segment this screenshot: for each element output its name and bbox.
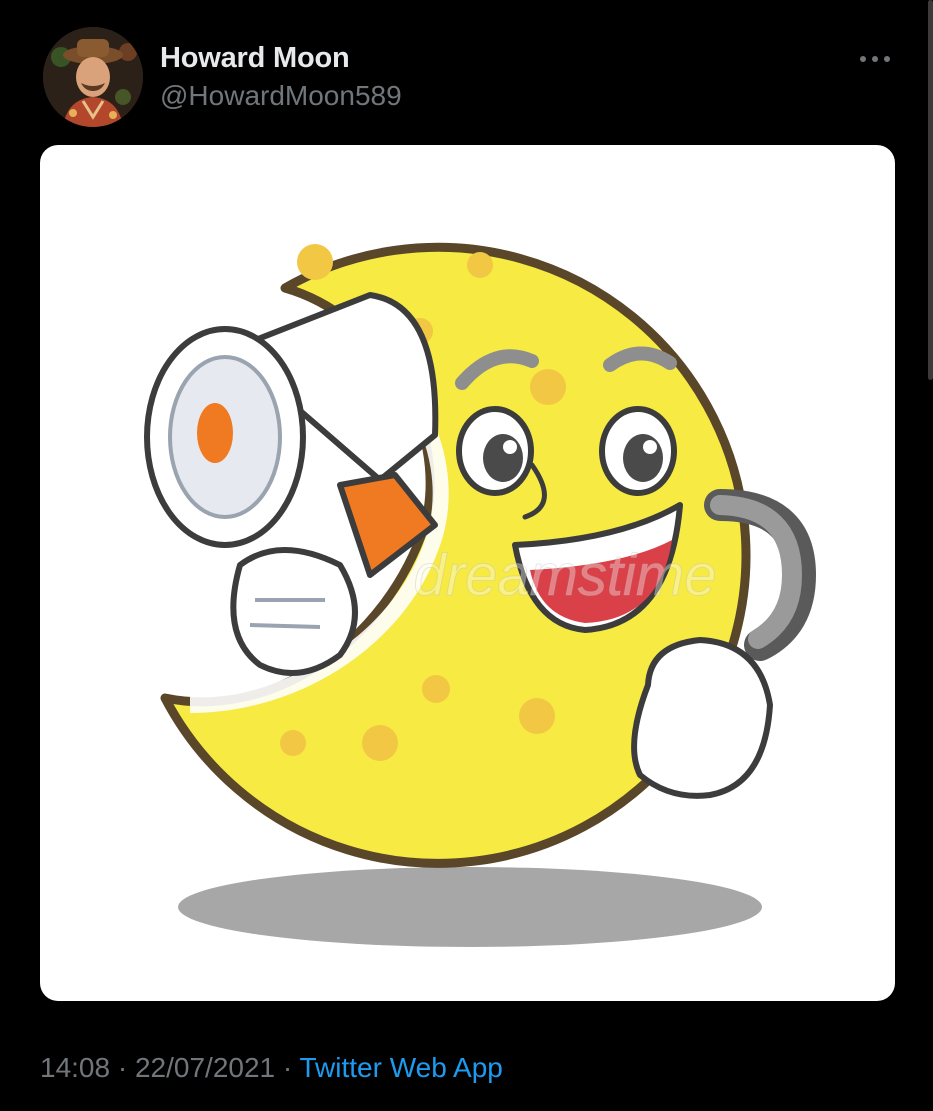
tweet-source-link[interactable]: Twitter Web App — [300, 1052, 503, 1083]
ellipsis-dot — [872, 56, 878, 62]
tweet-media-image[interactable]: dreamstime — [40, 145, 895, 1001]
megaphone — [144, 292, 439, 578]
moon-mascot-illustration: dreamstime — [144, 242, 817, 947]
tweet-time[interactable]: 14:08 — [40, 1052, 110, 1083]
meta-separator: · — [110, 1052, 135, 1083]
avatar[interactable] — [43, 27, 143, 127]
watermark-text: dreamstime — [414, 543, 717, 608]
tweet-date[interactable]: 22/07/2021 — [135, 1052, 275, 1083]
ellipsis-dot — [860, 56, 866, 62]
ground-shadow — [178, 867, 762, 947]
left-hand — [230, 547, 358, 676]
tweet-metadata: 14:08 · 22/07/2021 · Twitter Web App — [40, 1052, 503, 1084]
username-handle[interactable]: @HowardMoon589 — [160, 80, 402, 112]
right-hand — [631, 637, 773, 799]
meta-separator: · — [275, 1052, 300, 1083]
ellipsis-dot — [884, 56, 890, 62]
more-options-icon[interactable] — [850, 40, 900, 76]
scrollbar[interactable] — [928, 0, 933, 380]
avatar-image — [43, 27, 143, 127]
display-name[interactable]: Howard Moon — [160, 42, 350, 75]
